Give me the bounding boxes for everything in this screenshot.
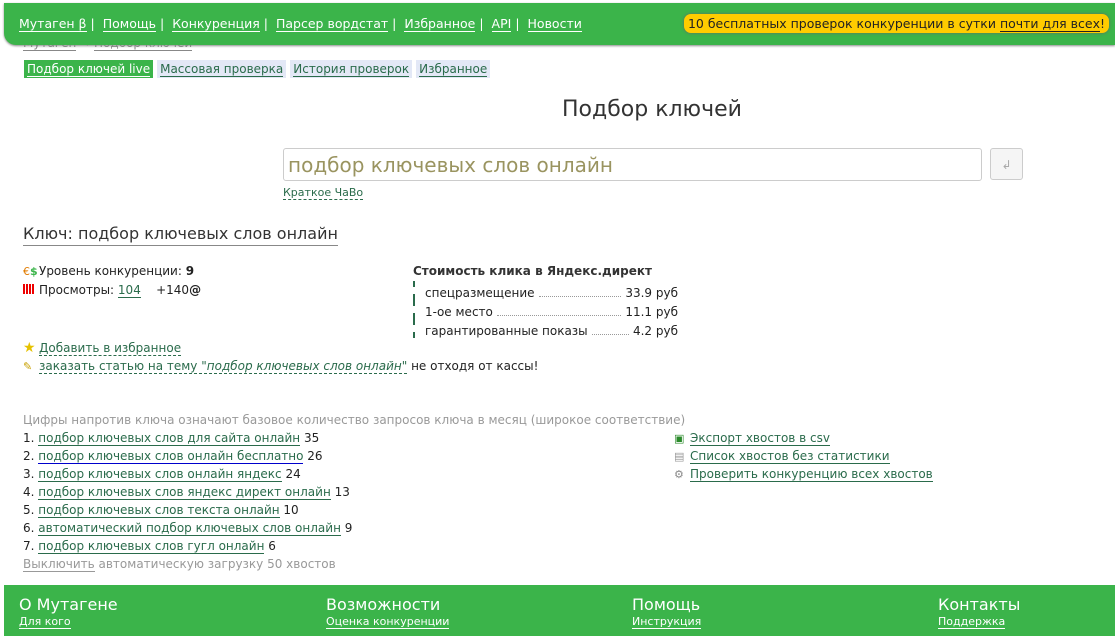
competition-level: €$Уровень конкуренции: 9 [23,264,195,278]
cost-title: Стоимость клика в Яндекс.директ [413,264,652,278]
money-icon: €$ [23,265,38,278]
cost-row: гарантированные показы 4.2 руб [413,319,678,338]
bar-chart-icon [23,284,39,297]
footer-about: О Мутагене Для кого [19,595,118,629]
list-item: 2. подбор ключевых слов онлайн бесплатно… [23,449,323,464]
footer-link[interactable]: Поддержка [938,615,1006,629]
footer-link[interactable]: Оценка конкуренции [326,615,450,629]
promo-link[interactable]: почти для всех [999,16,1100,32]
check-all: ⚙ Проверить конкуренцию всех хвостов [674,467,933,485]
enter-icon: ↲ [1001,158,1012,172]
tail-link[interactable]: подбор ключевых слов онлайн яндекс [38,467,282,482]
tail-link[interactable]: подбор ключевых слов онлайн бесплатно [38,449,304,464]
document-icon: ▤ [674,450,685,463]
key-heading: Ключ: подбор ключевых слов онлайн [23,224,338,246]
add-favorite-link[interactable]: Добавить в избранное [39,341,182,356]
footer-help: Помощь Инструкция [632,595,702,629]
tab-live[interactable]: Подбор ключей live [24,60,154,78]
promo-end: ! [1099,16,1105,31]
list-item: 3. подбор ключевых слов онлайн яндекс 24 [23,467,301,482]
list-item: 5. подбор ключевых слов текста онлайн 10 [23,503,299,518]
cost-row: спецразмещение 33.9 руб [413,281,678,300]
order-article-link[interactable]: заказать статью на тему "подбор ключевых… [39,359,408,374]
nav-news[interactable]: Новости [527,16,582,32]
click-cost: Стоимость клика в Яндекс.директ спецразм… [413,264,678,338]
order-article: ✎ заказать статью на тему "подбор ключевы… [23,359,539,374]
page-title: Подбор ключей [562,97,742,122]
nav-mutagen[interactable]: Мутаген β [19,16,87,32]
header: Мутаген β | Помощь | Конкуренция | Парсер в… [4,3,1115,45]
export-csv-link[interactable]: Экспорт хвостов в csv [690,431,831,446]
tab-favorites[interactable]: Избранное [416,60,491,78]
tails-list: 1. подбор ключевых слов для сайта онлайн… [23,431,352,557]
footer: О Мутагене Для кого Возможности Оценка кон… [4,585,1115,636]
list-item: 6. автоматический подбор ключевых слов о… [23,521,353,536]
tail-link[interactable]: подбор ключевых слов яндекс директ онлай… [38,485,331,500]
tab-mass-check[interactable]: Массовая проверка [157,60,287,78]
nav-favorites[interactable]: Избранное [404,16,476,32]
footer-contacts: Контакты Поддержка [938,595,1021,629]
list-item: 1. подбор ключевых слов для сайта онлайн… [23,431,320,446]
check-all-link[interactable]: Проверить конкуренцию всех хвостов [690,467,933,482]
tab-history[interactable]: История проверок [290,60,413,78]
footer-link[interactable]: Для кого [19,615,71,629]
tail-link[interactable]: подбор ключевых слов гугл онлайн [38,539,265,554]
disable-autoload-link[interactable]: Выключить [23,557,95,572]
views-link[interactable]: 104 [117,283,141,298]
tails-tools: ▣ Экспорт хвостов в csv ▤ Список хвостов б… [674,431,933,485]
nav-competition[interactable]: Конкуренция [172,16,260,32]
promo-banner: 10 бесплатных проверок конкуренции в сут… [683,14,1109,33]
tail-link[interactable]: автоматический подбор ключевых слов онла… [38,521,341,536]
top-nav: Мутаген β | Помощь | Конкуренция | Парсер в… [19,16,582,32]
pencil-icon: ✎ [23,360,33,373]
list-item: 4. подбор ключевых слов яндекс директ он… [23,485,350,500]
nav-api[interactable]: API [491,16,512,32]
footer-features: Возможности Оценка конкуренции [326,595,450,629]
spiral-icon[interactable]: @ [189,283,201,297]
nav-help[interactable]: Помощь [102,16,156,32]
add-favorite: ★ Добавить в избранное [23,340,182,356]
tail-link[interactable]: подбор ключевых слов текста онлайн [38,503,280,518]
gear-icon: ⚙ [674,468,684,481]
nav-parser[interactable]: Парсер вордстат [275,16,389,32]
faq-link[interactable]: Краткое ЧаВо [283,186,364,200]
views: Просмотры: 104 +140@ [23,283,201,298]
excel-icon: ▣ [674,432,685,445]
submit-button[interactable]: ↲ [990,148,1023,180]
autoload-toggle: Выключить автоматическую загрузку 50 хво… [23,557,336,572]
footer-link[interactable]: Инструкция [632,615,702,629]
tail-link[interactable]: подбор ключевых слов для сайта онлайн [38,431,301,446]
star-icon: ★ [23,340,36,356]
plain-list: ▤ Список хвостов без статистики [674,449,933,467]
tails-hint: Цифры напротив ключа означают базовое ко… [23,413,686,427]
cost-row: 1-ое место 11.1 руб [413,300,678,319]
list-item: 7. подбор ключевых слов гугл онлайн 6 [23,539,276,554]
search-input[interactable] [283,148,982,181]
tabs: Подбор ключей live Массовая проверка Ист… [24,60,491,78]
plain-list-link[interactable]: Список хвостов без статистики [690,449,890,464]
promo-text: 10 бесплатных проверок конкуренции в сут… [687,16,1000,31]
export-csv: ▣ Экспорт хвостов в csv [674,431,933,449]
